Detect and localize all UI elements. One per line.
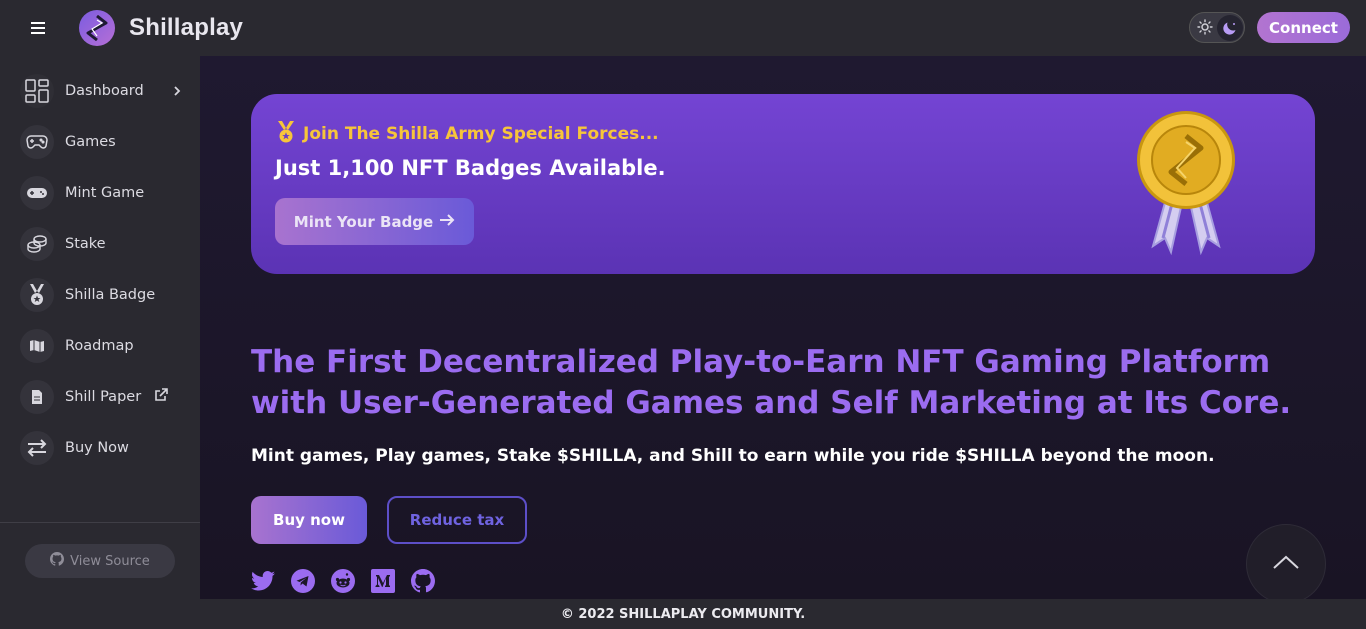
scroll-to-top-button[interactable] (1246, 524, 1326, 604)
medal-icon (20, 278, 54, 312)
social-links (251, 569, 435, 593)
external-link-icon (154, 388, 168, 406)
chevron-right-icon (172, 82, 182, 101)
view-source-label: View Source (70, 553, 150, 569)
sidebar-item-label: Dashboard (65, 83, 144, 99)
top-bar: Shillaplay Connect (0, 0, 1366, 56)
reduce-tax-button[interactable]: Reduce tax (387, 496, 527, 544)
moon-icon (1217, 15, 1243, 41)
telegram-icon[interactable] (291, 569, 315, 593)
footer: © 2022 SHILLAPLAY COMMUNITY. (0, 599, 1366, 629)
medal-icon (275, 120, 297, 148)
exchange-icon (20, 431, 54, 465)
sidebar-item-label: Shill Paper (65, 388, 168, 406)
hero-subtitle: Mint games, Play games, Stake $SHILLA, a… (251, 446, 1215, 466)
promo-banner: Join The Shilla Army Special Forces... J… (251, 94, 1315, 274)
map-icon (20, 329, 54, 363)
main-content: Join The Shilla Army Special Forces... J… (200, 56, 1366, 599)
sidebar-item-games[interactable]: Games (0, 120, 200, 164)
theme-toggle[interactable] (1189, 12, 1245, 43)
mint-badge-button[interactable]: Mint Your Badge (275, 198, 474, 245)
view-source-button[interactable]: View Source (25, 544, 175, 578)
sidebar-item-text: Shill Paper (65, 389, 142, 405)
sidebar-item-buy-now[interactable]: Buy Now (0, 426, 200, 470)
shillaplay-logo[interactable] (79, 10, 115, 46)
medium-icon[interactable] (371, 569, 395, 593)
sidebar-item-shill-paper[interactable]: Shill Paper (0, 375, 200, 419)
buy-now-button[interactable]: Buy now (251, 496, 367, 544)
banner-kicker-text: Join The Shilla Army Special Forces... (303, 124, 659, 144)
connect-button[interactable]: Connect (1257, 12, 1350, 43)
sidebar-item-label: Mint Game (65, 185, 145, 201)
github-icon (50, 552, 65, 570)
footer-text: © 2022 SHILLAPLAY COMMUNITY. (560, 606, 806, 622)
banner-kicker: Join The Shilla Army Special Forces... (275, 120, 659, 148)
mint-badge-label: Mint Your Badge (293, 212, 434, 231)
gold-medal-image (1131, 108, 1241, 262)
reddit-icon[interactable] (331, 569, 355, 593)
controller-icon (20, 176, 54, 210)
twitter-icon[interactable] (251, 569, 275, 593)
sidebar-item-stake[interactable]: Stake (0, 222, 200, 266)
sidebar-item-roadmap[interactable]: Roadmap (0, 324, 200, 368)
dashboard-icon (20, 74, 54, 108)
sidebar-item-label: Games (65, 134, 116, 150)
sidebar-item-label: Stake (65, 236, 106, 252)
sidebar-divider (0, 522, 200, 523)
sidebar: Dashboard Games Mint Game Stake Shilla B… (0, 56, 200, 599)
chevron-up-icon (1272, 554, 1300, 574)
github-icon[interactable] (411, 569, 435, 593)
arrow-right-icon (439, 213, 455, 231)
document-icon (20, 380, 54, 414)
hero-title: The First Decentralized Play-to-Earn NFT… (251, 344, 1292, 421)
sidebar-item-label: Buy Now (65, 440, 129, 456)
banner-title: Just 1,100 NFT Badges Available. (275, 156, 666, 180)
sidebar-item-dashboard[interactable]: Dashboard (0, 69, 200, 113)
sidebar-item-label: Shilla Badge (65, 287, 156, 303)
coins-icon (20, 227, 54, 261)
brand-name[interactable]: Shillaplay (129, 14, 243, 42)
sidebar-item-shilla-badge[interactable]: Shilla Badge (0, 273, 200, 317)
menu-icon[interactable] (24, 17, 52, 39)
gamepad-icon (20, 125, 54, 159)
sidebar-item-mint-game[interactable]: Mint Game (0, 171, 200, 215)
sun-icon (1197, 19, 1213, 39)
sidebar-item-label: Roadmap (65, 338, 134, 354)
